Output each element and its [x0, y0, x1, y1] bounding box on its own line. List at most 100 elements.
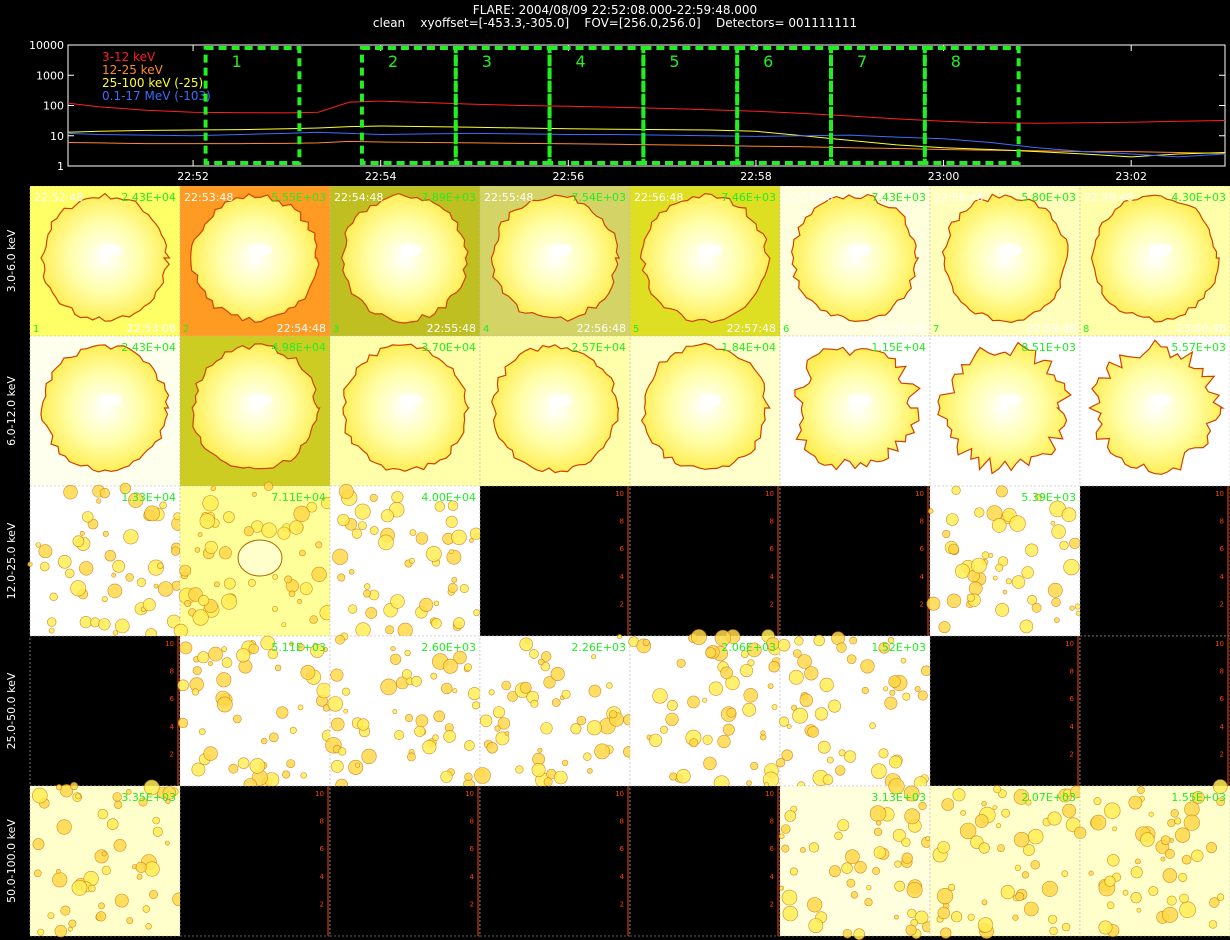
noise-blob [1098, 920, 1113, 935]
noise-blob [276, 706, 289, 719]
noise-blob [293, 505, 310, 522]
noise-blob [474, 767, 491, 784]
noise-blob [561, 689, 571, 699]
noise-blob [125, 573, 134, 582]
noise-blob [27, 561, 33, 567]
panel-end-time: 22:53:08 [127, 322, 176, 335]
noise-blob [834, 831, 843, 840]
panel-background [929, 635, 1081, 787]
noise-blob [948, 543, 959, 555]
empty-axis-tick-label: 4 [1070, 723, 1075, 731]
noise-blob [260, 737, 268, 745]
noise-blob [397, 622, 413, 638]
noise-blob [1014, 864, 1021, 871]
noise-blob [846, 878, 856, 888]
bright-core [848, 394, 872, 406]
empty-axis-tick-label: 2 [1220, 600, 1224, 608]
interval-label: 7 [857, 52, 867, 71]
noise-blob [995, 603, 1010, 617]
noise-blob [768, 661, 780, 673]
noise-blob [272, 606, 278, 612]
panel-peak-value: 1.84E+04 [721, 341, 776, 354]
noise-blob [1137, 786, 1145, 794]
empty-axis-tick-label: 10 [765, 790, 774, 798]
panel-start-time: 22:55:48 [484, 191, 533, 204]
noise-blob [691, 629, 707, 645]
noise-blob [808, 842, 820, 853]
noise-blob [112, 559, 126, 573]
empty-axis-tick-label: 4 [470, 873, 475, 881]
noise-blob [136, 873, 143, 880]
panel-peak-value: 5.55E+03 [271, 191, 326, 204]
noise-blob [872, 867, 880, 875]
noise-blob [390, 646, 396, 652]
noise-blob [850, 891, 858, 899]
noise-blob [938, 621, 951, 634]
noise-blob [782, 905, 799, 922]
image-panel: 2 4 6 8 10 [629, 785, 781, 937]
empty-axis-tick-label: 2 [1220, 750, 1224, 758]
noise-blob [873, 846, 887, 859]
noise-blob [486, 742, 498, 754]
noise-blob [68, 919, 77, 928]
image-panel: 2 4 6 8 10 [329, 785, 481, 937]
noise-blob [348, 759, 364, 775]
panel-interval-index: 5 [633, 324, 639, 335]
noise-blob [792, 649, 802, 658]
noise-blob [1140, 832, 1155, 847]
interval-box [203, 46, 302, 165]
bright-core [98, 394, 122, 406]
empty-axis-tick-label: 6 [770, 845, 775, 853]
panel-end-time: 22:58:48 [877, 322, 926, 335]
noise-blob [554, 770, 568, 785]
noise-blob [70, 580, 87, 597]
panel-start-time: 22:53:48 [184, 191, 233, 204]
noise-blob [415, 714, 429, 728]
noise-blob [223, 511, 235, 523]
bright-core [1148, 394, 1172, 406]
image-panel: 5.80E+03 22:58:48 7 22:59:48 [929, 186, 1081, 337]
noise-blob [1028, 828, 1044, 845]
noise-blob [570, 723, 582, 735]
noise-blob [576, 715, 587, 726]
noise-blob [742, 702, 757, 717]
noise-blob [750, 762, 759, 771]
noise-blob [358, 521, 367, 530]
noise-blob [1015, 892, 1025, 902]
image-panel: 8.51E+03 [929, 335, 1081, 487]
noise-blob [289, 726, 297, 734]
noise-blob [464, 772, 473, 782]
interval-label: 3 [482, 52, 492, 71]
noise-blob [311, 566, 327, 582]
noise-blob [56, 819, 72, 835]
series-line [67, 100, 1226, 124]
image-panel: 2 4 6 8 10 [629, 485, 781, 637]
energy-band-label: 12.0-25.0 keV [5, 522, 18, 599]
noise-blob [452, 688, 458, 694]
noise-blob [173, 623, 188, 638]
noise-blob [299, 549, 306, 557]
empty-axis-tick-label: 8 [170, 668, 174, 676]
noise-blob [216, 696, 233, 713]
noise-blob [448, 549, 454, 555]
noise-blob [702, 697, 708, 703]
noise-blob [392, 709, 398, 714]
y-tick-label: 100 [43, 100, 64, 113]
noise-blob [114, 893, 129, 908]
noise-blob [926, 596, 941, 611]
panel-peak-value: 2.06E+03 [721, 641, 776, 654]
noise-blob [997, 844, 1005, 852]
noise-blob [1088, 870, 1094, 876]
empty-axis-tick-label: 2 [920, 600, 924, 608]
empty-axis-tick-label: 6 [1070, 695, 1075, 703]
noise-blob [529, 649, 539, 659]
noise-blob [197, 532, 203, 538]
noise-blob [123, 529, 139, 545]
panel-interval-index: 2 [183, 324, 189, 335]
noise-blob [354, 503, 371, 520]
noise-blob [337, 573, 346, 582]
empty-axis-tick-label: 10 [1215, 490, 1224, 498]
panel-peak-value: 5.57E+03 [1171, 341, 1226, 354]
image-grid: 3.0-6.0 keV2.43E+0422:52:481 22:53:085.55… [5, 186, 1230, 940]
noise-blob [928, 508, 934, 514]
